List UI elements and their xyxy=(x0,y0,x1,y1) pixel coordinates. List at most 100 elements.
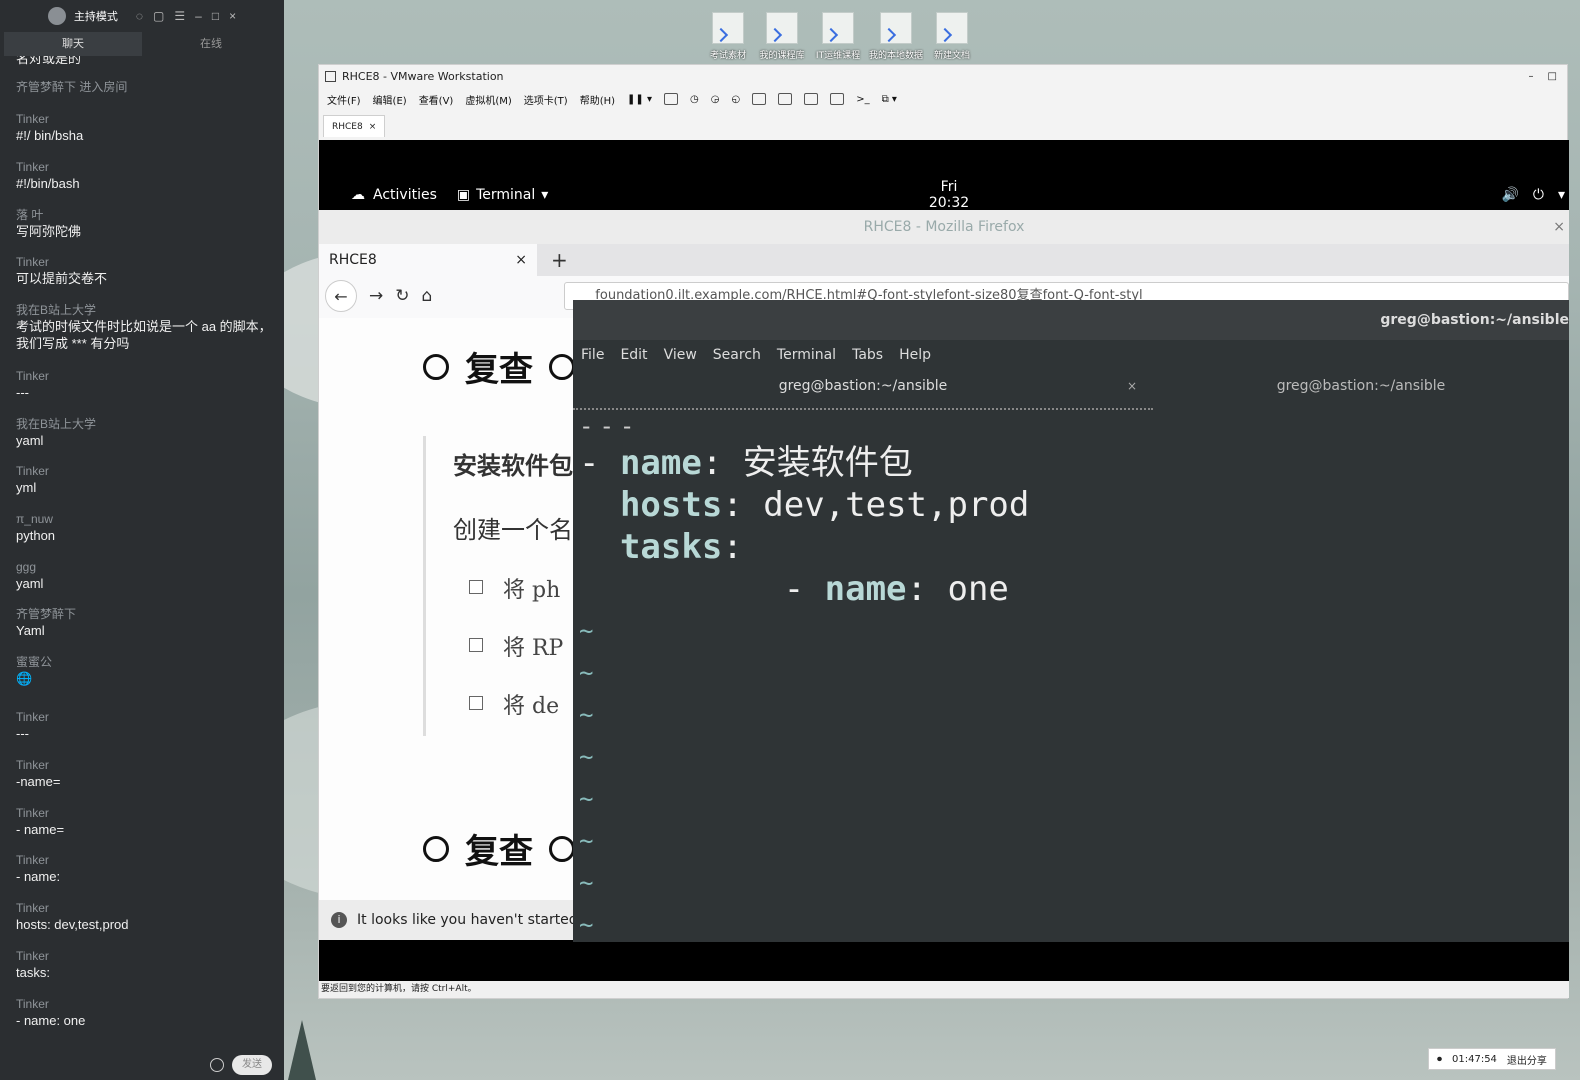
forward-button[interactable]: → xyxy=(369,286,383,306)
shortcut-icon xyxy=(936,12,968,44)
menu-icon[interactable]: ☰ xyxy=(174,9,185,23)
tab-rhce8[interactable]: RHCE8 × xyxy=(319,244,537,276)
checkbox[interactable] xyxy=(469,580,483,594)
shortcut-icon xyxy=(880,12,912,44)
minimize-icon[interactable]: – xyxy=(195,9,202,23)
menu-edit[interactable]: Edit xyxy=(620,347,647,363)
close-icon[interactable]: × xyxy=(1127,370,1137,402)
activities-button[interactable]: ☁ Activities xyxy=(351,187,437,203)
item-label: 将 RP xyxy=(503,636,564,661)
send-keys-icon[interactable] xyxy=(664,93,678,105)
yaml-line: - name: one xyxy=(579,569,1009,609)
chat-panel: 主持模式 ◌ ▢ ☰ – □ × 聊天 在线 名对或是的 齐管梦醉下 进入房间 … xyxy=(0,0,284,1080)
library-icon[interactable] xyxy=(752,93,767,105)
tab-terminal-1[interactable]: greg@bastion:~/ansible × xyxy=(573,370,1153,410)
menu-search[interactable]: Search xyxy=(713,347,761,363)
checkbox[interactable] xyxy=(469,696,483,710)
list-item: Tinker yml xyxy=(16,464,49,495)
checkbox[interactable] xyxy=(469,638,483,652)
snapshot-icon[interactable]: ◷ xyxy=(690,94,699,105)
shortcut-icon xyxy=(766,12,798,44)
terminal-window[interactable]: greg@bastion:~/ansible File Edit View Se… xyxy=(573,300,1569,942)
list-item: 我在B站上大学 考试的时候文件时比如说是一个 aa 的脚本，我们写成 *** 有分… xyxy=(16,303,272,351)
vm-screen[interactable]: ☁ Activities ▣ Terminal ▾ Fri 20:32 🔊 ⏻ ▾ RHC… xyxy=(319,140,1569,982)
list-item: Tinker hosts: dev,test,prod xyxy=(16,901,129,932)
view-icon[interactable] xyxy=(778,93,793,105)
close-icon[interactable]: × xyxy=(515,252,527,268)
close-icon[interactable]: × xyxy=(369,122,377,132)
pause-icon[interactable]: ❚❚ ▾ xyxy=(627,94,652,105)
menu-edit[interactable]: 编辑(E) xyxy=(373,92,407,107)
info-icon: i xyxy=(331,912,347,928)
yaml-line: - name: 安装软件包 xyxy=(579,443,913,483)
back-button[interactable]: ← xyxy=(325,280,357,312)
home-button[interactable]: ⌂ xyxy=(422,286,433,306)
desktop-icon[interactable]: 新建文档 xyxy=(924,12,980,61)
unity-icon[interactable] xyxy=(830,93,845,105)
menu-tabs[interactable]: Tabs xyxy=(852,347,883,363)
list-item: Tinker - name: xyxy=(16,853,61,884)
chevron-down-icon: ▾ xyxy=(541,187,549,203)
tilde-line: ~ xyxy=(579,743,594,771)
console-icon[interactable]: >_ xyxy=(856,94,869,105)
close-icon[interactable]: × xyxy=(1553,210,1565,244)
manage-snapshots-icon[interactable]: ◵ xyxy=(731,94,740,105)
list-item: Tinker tasks: xyxy=(16,949,50,980)
app-menu[interactable]: ▣ Terminal ▾ xyxy=(457,187,548,203)
tilde-line: ~ xyxy=(579,785,594,813)
terminal-content[interactable]: --- - name: 安装软件包 hosts: dev,test,prod ta… xyxy=(573,410,1569,942)
tab-chat[interactable]: 聊天 xyxy=(4,32,142,56)
list-item: Tinker -name= xyxy=(16,758,61,789)
avatar xyxy=(47,7,66,25)
list-item: 蜜蜜公 🌐 xyxy=(16,655,276,687)
gnome-topbar: ☁ Activities ▣ Terminal ▾ Fri 20:32 🔊 ⏻ ▾ xyxy=(319,179,1569,211)
tab-rhce8[interactable]: RHCE8 × xyxy=(323,115,386,137)
settings-icon[interactable]: ◌ xyxy=(136,9,143,23)
menu-file[interactable]: File xyxy=(581,347,604,363)
emoji-icon[interactable] xyxy=(210,1058,224,1072)
desktop-icon[interactable]: 我的本地数据 xyxy=(868,12,924,61)
tab-terminal-2[interactable]: greg@bastion:~/ansible xyxy=(1153,370,1569,410)
reload-button[interactable]: ↻ xyxy=(395,286,409,306)
maximize-icon[interactable]: □ xyxy=(212,9,219,23)
menu-view[interactable]: 查看(V) xyxy=(419,92,454,107)
menu-help[interactable]: 帮助(H) xyxy=(580,92,615,107)
desktop-icon[interactable]: IT运维课程 xyxy=(810,12,866,61)
circle-icon xyxy=(549,353,575,380)
menu-vm[interactable]: 虚拟机(M) xyxy=(465,92,511,107)
system-tray[interactable]: 🔊 ⏻ ▾ xyxy=(1501,187,1565,203)
maximize-icon[interactable]: □ xyxy=(1548,71,1557,82)
close-icon[interactable]: × xyxy=(229,9,236,23)
new-tab-button[interactable]: + xyxy=(551,248,568,272)
shortcut-icon xyxy=(712,12,744,44)
terminal-titlebar: greg@bastion:~/ansible xyxy=(573,300,1569,340)
tilde-line: ~ xyxy=(579,827,594,855)
clock[interactable]: Fri 20:32 xyxy=(919,179,979,211)
fullscreen-icon[interactable] xyxy=(804,93,819,105)
menu-file[interactable]: 文件(F) xyxy=(327,92,361,107)
globe-icon: 🌐 xyxy=(16,671,33,686)
menu-view[interactable]: View xyxy=(664,347,697,363)
revert-icon[interactable]: ◶ xyxy=(711,94,720,105)
minimize-icon[interactable]: – xyxy=(1529,71,1534,82)
list-item: 齐管梦醉下 进入房间 xyxy=(16,80,128,94)
layout-icon[interactable]: ▢ xyxy=(153,9,164,23)
circle-icon xyxy=(423,835,449,862)
stretch-icon[interactable]: ⧉ ▾ xyxy=(882,94,897,105)
section-heading: 复查 xyxy=(423,342,575,391)
exit-share-button[interactable]: 退出分享 xyxy=(1507,1052,1547,1067)
list-item: 我在B站上大学 yaml xyxy=(16,417,97,448)
chat-header: 主持模式 ◌ ▢ ☰ – □ × xyxy=(0,0,284,32)
desktop-icon[interactable]: 我的课程库 xyxy=(754,12,810,61)
tilde-line: ~ xyxy=(579,911,594,939)
desktop-icon[interactable]: 考试素材 xyxy=(700,12,756,61)
vmware-menubar: 文件(F) 编辑(E) 查看(V) 虚拟机(M) 选项卡(T) 帮助(H) ❚❚… xyxy=(319,87,1567,111)
tab-online[interactable]: 在线 xyxy=(142,32,280,56)
menu-terminal[interactable]: Terminal xyxy=(777,347,836,363)
list-item: Tinker --- xyxy=(16,710,49,741)
send-button[interactable]: 发送 xyxy=(232,1055,272,1075)
item-label: 将 de xyxy=(503,694,560,719)
menu-tabs[interactable]: 选项卡(T) xyxy=(524,92,568,107)
menu-help[interactable]: Help xyxy=(899,347,931,363)
tilde-line: ~ xyxy=(579,659,594,687)
